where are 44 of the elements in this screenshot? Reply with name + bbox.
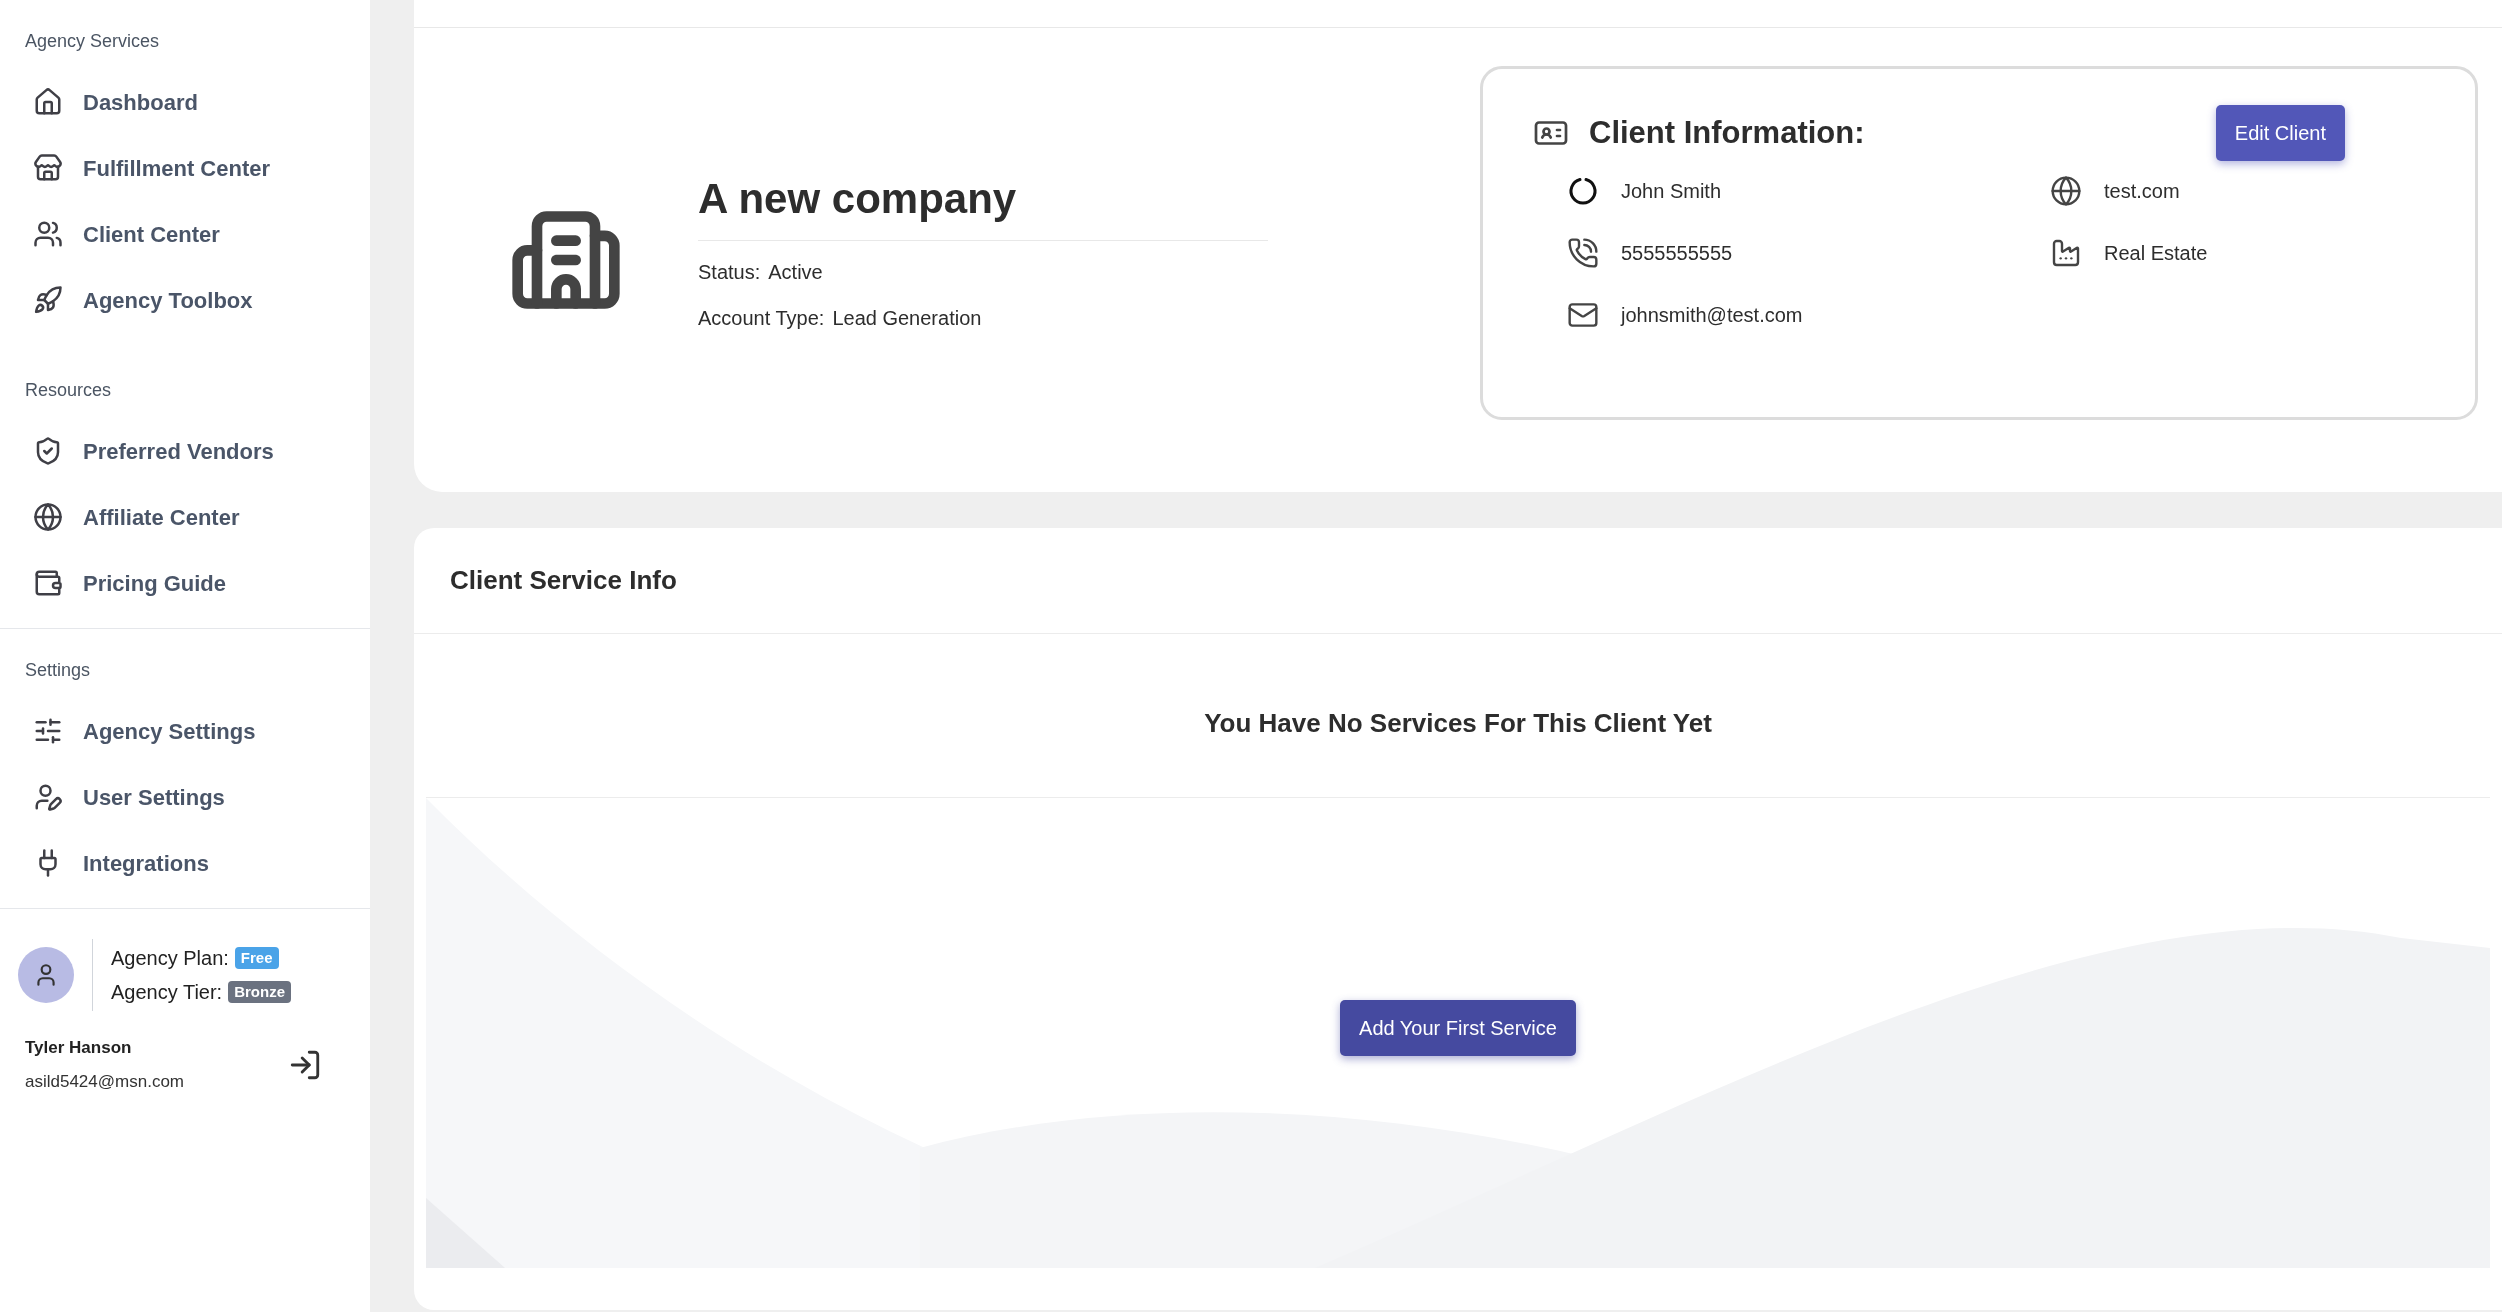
empty-message: You Have No Services For This Client Yet: [1204, 707, 1712, 740]
section-heading: Settings: [24, 659, 92, 682]
wallet-icon: [33, 568, 63, 598]
sidebar-item[interactable]: Preferred Vendors: [0, 418, 370, 484]
tier-badge: Bronze: [228, 980, 291, 1004]
sidebar-item[interactable]: Affiliate Center: [0, 484, 370, 550]
client-field: test.com: [2104, 176, 2180, 206]
sidebar-item[interactable]: Pricing Guide: [0, 550, 370, 616]
section-heading: Agency Services: [24, 30, 161, 53]
phone-icon: [1567, 237, 1599, 269]
client-field: Real Estate: [2104, 238, 2208, 268]
field-value: Lead Generation: [832, 306, 982, 331]
sidebar-item[interactable]: User Settings: [0, 764, 370, 830]
factory-icon: [2050, 237, 2082, 269]
field-label: Status:: [698, 260, 761, 285]
sidebar-item[interactable]: Integrations: [0, 830, 370, 896]
plan-label: Agency Plan:: [111, 946, 229, 971]
edit-client-button[interactable]: Edit Client: [2215, 105, 2345, 161]
client-field: 5555555555: [1621, 238, 1733, 268]
home-icon: [33, 87, 63, 117]
sidebar-item[interactable]: Agency Settings: [0, 698, 370, 764]
user-name: Tyler Hanson: [25, 1037, 133, 1059]
add-service-button[interactable]: Add Your First Service: [1340, 1000, 1576, 1056]
sidebar-item[interactable]: Client Center: [0, 201, 370, 267]
sidebar-item[interactable]: Fulfillment Center: [0, 135, 370, 201]
service-card-title: Client Service Info: [450, 564, 677, 597]
client-info-title: Client Information:: [1589, 113, 1865, 152]
field-label: Account Type:: [698, 306, 825, 331]
tier-label: Agency Tier:: [111, 980, 223, 1005]
section-heading: Resources: [24, 379, 113, 402]
plan-badge: Free: [234, 946, 279, 970]
field-value: Active: [768, 260, 823, 285]
company-name: A new company: [698, 167, 1268, 241]
store-icon: [33, 153, 63, 183]
sidebar-item[interactable]: Agency Toolbox: [0, 267, 370, 333]
client-field: johnsmith@test.com: [1621, 300, 1803, 330]
user-email: asild5424@msn.com: [25, 1070, 184, 1093]
client-field: John Smith: [1621, 176, 1722, 206]
sidebar-item[interactable]: Dashboard: [0, 69, 370, 135]
sliders-icon: [33, 716, 63, 746]
globe-icon: [2050, 175, 2082, 207]
users-icon: [33, 219, 63, 249]
user-edit-icon: [33, 782, 63, 812]
rocket-icon: [33, 285, 63, 315]
